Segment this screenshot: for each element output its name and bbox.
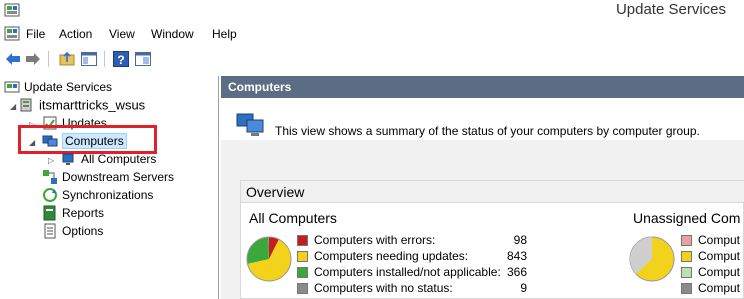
legend-swatch (681, 283, 692, 294)
menu-action[interactable]: Action (59, 27, 92, 41)
tree-item-update-services[interactable]: Update Services (4, 79, 112, 97)
console-tree-icon[interactable] (80, 50, 98, 68)
wsus-app-icon (4, 3, 20, 17)
legend-value: 366 (506, 265, 527, 279)
tree-label: All Computers (81, 152, 157, 166)
legend-label: Computers with no status: (314, 281, 453, 295)
tree-item-downstream-servers[interactable]: Downstream Servers (42, 169, 174, 187)
legend-swatch (297, 267, 308, 278)
legend-value: 98 (513, 233, 527, 247)
forward-arrow-icon[interactable] (24, 50, 42, 68)
help-icon[interactable]: ? (112, 50, 130, 68)
reports-icon (43, 205, 56, 221)
window-title: Update Services (615, 1, 726, 18)
tree-label: Reports (62, 206, 105, 220)
legend-swatch (297, 251, 308, 262)
description-area: This view shows a summary of the status … (221, 98, 744, 140)
legend-label: Computers needing updates: (314, 249, 469, 263)
legend-label: Computers installed/not applicable: (314, 265, 501, 279)
menu-window[interactable]: Window (151, 27, 194, 41)
legend-row: Computers with errors: 98 (297, 233, 537, 249)
tree-item-synchronizations[interactable]: Synchronizations (42, 187, 153, 205)
toolbar-separator (48, 51, 49, 67)
legend-swatch (681, 235, 692, 246)
legend-swatch (297, 235, 308, 246)
wsus-root-icon (4, 81, 20, 93)
legend-label: Comput (698, 265, 741, 279)
tree-item-options[interactable]: Options (42, 223, 103, 241)
expand-icon[interactable]: ▷ (48, 156, 54, 165)
legend-value: 9 (520, 281, 527, 295)
legend-row: Comput (681, 265, 744, 281)
all-computers-pie-chart (246, 236, 292, 282)
legend-row: Computers installed/not applicable: 366 (297, 265, 537, 281)
legend-row: Comput (681, 249, 744, 265)
unassigned-computers-pie-chart (629, 236, 675, 282)
legend-label: Comput (698, 233, 741, 247)
legend-swatch (681, 267, 692, 278)
tree-label: Synchronizations (62, 188, 154, 202)
toolbar: ? (0, 47, 744, 71)
tree-label: Options (62, 224, 104, 238)
menu-help[interactable]: Help (212, 27, 237, 41)
tree-label: Downstream Servers (62, 170, 175, 184)
unassigned-computers-title: Unassigned Com (633, 210, 741, 226)
options-icon (44, 223, 56, 239)
system-menu-icon[interactable] (4, 26, 20, 41)
legend-label: Comput (698, 249, 741, 263)
legend-label: Computers with errors: (314, 233, 436, 247)
details-pane: Computers This view shows a summary of t… (221, 76, 744, 299)
back-arrow-icon[interactable] (4, 50, 22, 68)
computers-large-icon (236, 113, 264, 136)
console-tree: Update Services ◢ itsmarttricks_wsus ▷ U… (0, 76, 219, 299)
pane-header: Computers (221, 76, 744, 98)
toolbar-separator (104, 51, 105, 67)
legend-value: 843 (506, 249, 527, 263)
computer-group-icon (62, 153, 74, 165)
tree-item-reports[interactable]: Reports (42, 205, 104, 223)
legend-row: Comput (681, 281, 744, 297)
tree-item-all-computers[interactable]: All Computers (61, 151, 156, 169)
legend-label: Comput (698, 281, 741, 295)
tree-label: Update Services (24, 80, 113, 94)
downstream-servers-icon (43, 170, 57, 184)
view-description: This view shows a summary of the status … (275, 124, 700, 138)
all-computers-title: All Computers (249, 210, 337, 226)
menu-bar: File Action View Window Help (0, 24, 744, 44)
overview-title: Overview (241, 181, 744, 203)
overview-panel: Overview All Computers Computers with er… (240, 180, 744, 299)
legend-row: Computers with no status: 9 (297, 281, 537, 297)
legend-swatch (297, 283, 308, 294)
up-folder-icon[interactable] (58, 50, 76, 68)
legend-row: Computers needing updates: 843 (297, 249, 537, 265)
sync-icon (43, 188, 57, 202)
legend-swatch (681, 251, 692, 262)
server-icon (20, 98, 32, 112)
properties-pane-icon[interactable] (134, 50, 152, 68)
tree-item-server[interactable]: itsmarttricks_wsus (19, 97, 145, 115)
tree-label: itsmarttricks_wsus (39, 97, 146, 113)
menu-file[interactable]: File (26, 27, 45, 41)
legend-row: Comput (681, 233, 744, 249)
title-bar: Update Services (0, 0, 744, 22)
menu-view[interactable]: View (109, 27, 135, 41)
collapse-icon[interactable]: ◢ (10, 102, 16, 111)
content-body: Overview All Computers Computers with er… (221, 140, 744, 299)
highlight-annotation (18, 125, 157, 154)
svg-text:?: ? (117, 53, 124, 67)
